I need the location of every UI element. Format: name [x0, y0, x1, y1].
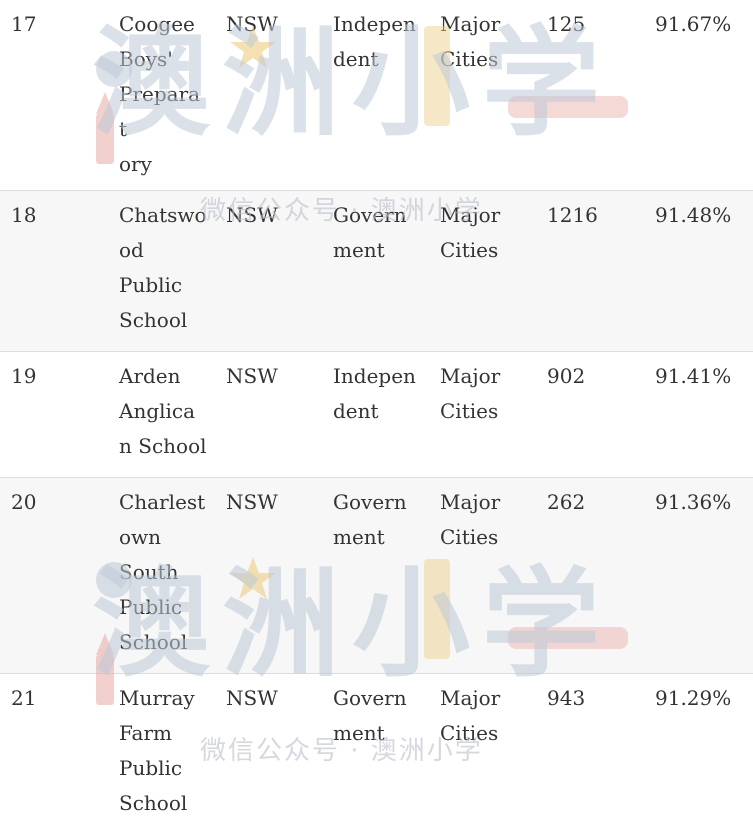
location-cell: Major Cities — [440, 681, 530, 751]
school-name-line: School — [119, 308, 188, 332]
percent-cell: 91.36% — [655, 490, 732, 514]
state-cell: NSW — [226, 12, 278, 36]
school-name-cell: Coogee Boys' Preparat ory School — [119, 7, 207, 217]
sector-cell: Indepen dent — [333, 359, 421, 429]
percent-cell: 91.41% — [655, 364, 732, 388]
rank-cell: 19 — [11, 364, 37, 388]
enrolment-cell: 262 — [547, 490, 586, 514]
school-name-line: Public — [119, 756, 183, 780]
sector-line: Indepen — [333, 364, 416, 388]
state-cell: NSW — [226, 203, 278, 227]
location-line: Cities — [440, 47, 499, 71]
location-line: Cities — [440, 525, 499, 549]
school-ranking-table: 17 Coogee Boys' Preparat ory School NSW … — [0, 0, 753, 828]
school-name-line: ory — [119, 152, 152, 176]
school-name-line: Arden — [119, 364, 181, 388]
school-name-line: Farm — [119, 721, 172, 745]
school-name-line: Public — [119, 273, 183, 297]
school-name-line: own — [119, 525, 162, 549]
school-name-line: Boys' — [119, 47, 173, 71]
sector-line: dent — [333, 47, 379, 71]
location-cell: Major Cities — [440, 7, 530, 77]
location-line: Cities — [440, 721, 499, 745]
rank-cell: 18 — [11, 203, 37, 227]
location-line: Major — [440, 490, 501, 514]
sector-line: Govern — [333, 490, 407, 514]
percent-cell: 91.29% — [655, 686, 732, 710]
sector-line: Indepen — [333, 12, 416, 36]
enrolment-cell: 943 — [547, 686, 586, 710]
location-cell: Major Cities — [440, 359, 530, 429]
school-name-line: Charlest — [119, 490, 206, 514]
table-row: 20 Charlest own South Public School NSW … — [0, 478, 753, 674]
state-cell: NSW — [226, 364, 278, 388]
state-cell: NSW — [226, 686, 278, 710]
rank-cell: 21 — [11, 686, 37, 710]
table-row: 21 Murray Farm Public School NSW Govern … — [0, 674, 753, 828]
sector-line: ment — [333, 525, 385, 549]
enrolment-cell: 1216 — [547, 203, 598, 227]
location-line: Cities — [440, 399, 499, 423]
school-name-line: School — [119, 791, 188, 815]
school-name-line: Anglica — [119, 399, 196, 423]
percent-cell: 91.48% — [655, 203, 732, 227]
sector-line: ment — [333, 238, 385, 262]
percent-cell: 91.67% — [655, 12, 732, 36]
state-cell: NSW — [226, 490, 278, 514]
school-name-line: n School — [119, 434, 207, 458]
sector-cell: Govern ment — [333, 485, 421, 555]
rank-cell: 17 — [11, 12, 37, 36]
location-line: Cities — [440, 238, 499, 262]
location-line: Major — [440, 12, 501, 36]
school-name-line: Murray — [119, 686, 195, 710]
school-name-cell: Charlest own South Public School — [119, 485, 207, 660]
school-name-line: Preparat — [119, 82, 201, 141]
location-line: Major — [440, 686, 501, 710]
enrolment-cell: 902 — [547, 364, 586, 388]
school-name-line: Coogee — [119, 12, 195, 36]
sector-cell: Govern ment — [333, 681, 421, 751]
sector-cell: Govern ment — [333, 198, 421, 268]
sector-line: dent — [333, 399, 379, 423]
school-name-line: Public — [119, 595, 183, 619]
table-row: 18 Chatswo od Public School NSW Govern m… — [0, 191, 753, 352]
school-name-line: South — [119, 560, 179, 584]
sector-line: Govern — [333, 203, 407, 227]
sector-cell: Indepen dent — [333, 7, 421, 77]
table-row: 19 Arden Anglica n School NSW Indepen de… — [0, 352, 753, 478]
table-row: 17 Coogee Boys' Preparat ory School NSW … — [0, 0, 753, 211]
location-cell: Major Cities — [440, 198, 530, 268]
enrolment-cell: 125 — [547, 12, 586, 36]
school-name-line: od — [119, 238, 144, 262]
location-line: Major — [440, 203, 501, 227]
school-name-cell: Murray Farm Public School — [119, 681, 207, 821]
school-name-cell: Chatswo od Public School — [119, 198, 207, 338]
school-name-cell: Arden Anglica n School — [119, 359, 207, 464]
sector-line: Govern — [333, 686, 407, 710]
school-name-line: Chatswo — [119, 203, 207, 227]
rank-cell: 20 — [11, 490, 37, 514]
location-line: Major — [440, 364, 501, 388]
school-name-line: School — [119, 630, 188, 654]
sector-line: ment — [333, 721, 385, 745]
location-cell: Major Cities — [440, 485, 530, 555]
